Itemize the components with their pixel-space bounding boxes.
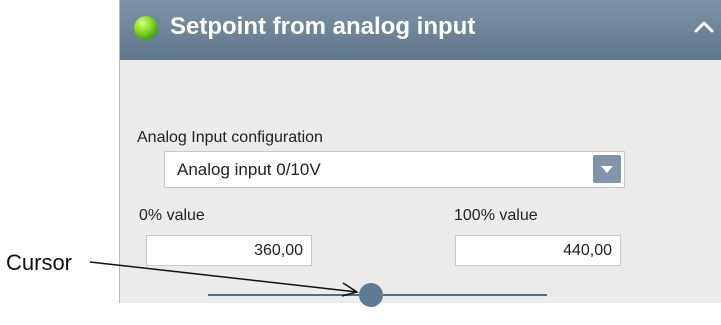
chevron-down-icon[interactable] [593,155,621,183]
chevron-up-icon[interactable] [693,16,715,38]
max-value-input[interactable]: 440,00 [455,235,621,266]
status-indicator-icon [134,16,158,40]
panel-header[interactable]: Setpoint from analog input [120,0,721,60]
min-value-text: 360,00 [254,242,303,259]
cursor-callout-label: Cursor [6,250,73,275]
slider-thumb[interactable] [358,283,383,307]
min-value-input[interactable]: 360,00 [146,235,312,266]
analog-config-select[interactable]: Analog input 0/10V [164,151,625,188]
max-value-label: 100% value [454,207,538,224]
max-value-text: 440,00 [563,242,612,259]
panel-title: Setpoint from analog input [170,13,476,40]
analog-config-selected-value: Analog input 0/10V [177,160,321,179]
min-value-label: 0% value [139,207,205,224]
analog-config-label: Analog Input configuration [137,129,323,146]
